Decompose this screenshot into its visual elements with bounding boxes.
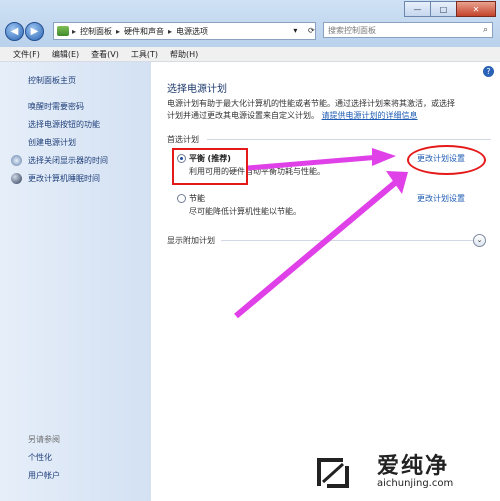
plan-details-link[interactable]: 请提供电源计划的详细信息 xyxy=(322,111,418,120)
title-bar: — □ ✕ ◀ ▶ ▸ 控制面板 ▸ 硬件和声音 ▸ 电源选项 ▾ ⟳ 搜索控制… xyxy=(0,0,500,47)
annotation-highlight-ellipse xyxy=(407,145,486,175)
plan-power-saver-desc: 尽可能降低计算机性能以节能。 xyxy=(189,207,301,216)
breadcrumb-hardware-sound[interactable]: 硬件和声音 xyxy=(124,26,164,37)
sidebar-item-wake-password[interactable]: 唤醒时需要密码 xyxy=(28,101,84,112)
navigation-bar: ◀ ▶ ▸ 控制面板 ▸ 硬件和声音 ▸ 电源选项 ▾ ⟳ 搜索控制面板 ⌕ xyxy=(3,20,497,42)
sidebar-item-personalization[interactable]: 个性化 xyxy=(28,452,52,463)
breadcrumb-control-panel[interactable]: 控制面板 xyxy=(80,26,112,37)
divider xyxy=(207,139,491,140)
menu-bar: 文件(F) 编辑(E) 查看(V) 工具(T) 帮助(H) xyxy=(0,47,500,62)
breadcrumb-power-options[interactable]: 电源选项 xyxy=(176,26,208,37)
address-dropdown-icon[interactable]: ▾ xyxy=(293,26,297,35)
plan-power-saver-name[interactable]: 节能 xyxy=(189,193,205,204)
description-line-2-text: 计划并通过更改其电源设置来自定义计划。 xyxy=(167,111,319,120)
divider xyxy=(221,240,477,241)
monitor-icon xyxy=(11,155,22,166)
plan-power-saver-radio[interactable] xyxy=(177,194,186,203)
annotation-highlight-box xyxy=(172,148,248,185)
search-icon[interactable]: ⌕ xyxy=(483,25,488,35)
address-actions: ▾ ⟳ xyxy=(288,22,320,38)
refresh-icon[interactable]: ⟳ xyxy=(308,26,315,35)
breadcrumb-separator-icon: ▸ xyxy=(168,26,173,36)
sidebar-item-sleep-time[interactable]: 更改计算机睡眠时间 xyxy=(28,173,100,184)
sidebar-item-display-off[interactable]: 选择关闭显示器的时间 xyxy=(28,155,108,166)
see-also-heading: 另请参阅 xyxy=(28,435,60,444)
watermark-text: 爱纯净 xyxy=(377,454,450,479)
page-description: 电源计划有助于最大化计算机的性能或者节能。通过选择计划来将其激活，或选择 计划并… xyxy=(167,98,489,122)
show-additional-plans-label: 显示附加计划 xyxy=(167,236,215,245)
menu-file[interactable]: 文件(F) xyxy=(13,49,40,60)
search-input[interactable]: 搜索控制面板 ⌕ xyxy=(323,22,493,38)
sleep-moon-icon xyxy=(11,173,22,184)
menu-edit[interactable]: 编辑(E) xyxy=(52,49,79,60)
breadcrumb-separator-icon: ▸ xyxy=(116,26,121,36)
sidebar-item-create-plan[interactable]: 创建电源计划 xyxy=(28,137,76,148)
main-content: ? 选择电源计划 电源计划有助于最大化计算机的性能或者节能。通过选择计划来将其激… xyxy=(151,62,500,501)
sidebar-item-power-button[interactable]: 选择电源按钮的功能 xyxy=(28,119,100,130)
description-line-1: 电源计划有助于最大化计算机的性能或者节能。通过选择计划来将其激活，或选择 xyxy=(167,99,455,108)
sidebar-home[interactable]: 控制面板主页 xyxy=(28,75,76,86)
sidebar-item-user-accounts[interactable]: 用户帐户 xyxy=(28,470,60,481)
menu-tools[interactable]: 工具(T) xyxy=(131,49,158,60)
address-bar[interactable]: ▸ 控制面板 ▸ 硬件和声音 ▸ 电源选项 xyxy=(53,22,316,40)
watermark: 爱纯净 aichunjing.com xyxy=(307,446,497,500)
watermark-url: aichunjing.com xyxy=(377,478,454,489)
menu-help[interactable]: 帮助(H) xyxy=(170,49,198,60)
description-line-2: 计划并通过更改其电源设置来自定义计划。 请提供电源计划的详细信息 xyxy=(167,110,489,122)
control-panel-icon xyxy=(57,26,69,36)
back-button[interactable]: ◀ xyxy=(5,22,24,41)
minimize-button[interactable]: — xyxy=(404,1,431,17)
help-icon[interactable]: ? xyxy=(483,66,494,77)
window-controls: — □ ✕ xyxy=(404,1,496,17)
forward-button[interactable]: ▶ xyxy=(25,22,44,41)
watermark-logo-icon xyxy=(317,458,349,488)
expand-chevron-icon[interactable]: ⌄ xyxy=(473,234,486,247)
preferred-plans-label: 首选计划 xyxy=(167,135,199,144)
maximize-button[interactable]: □ xyxy=(430,1,457,17)
page-title: 选择电源计划 xyxy=(167,84,227,95)
close-button[interactable]: ✕ xyxy=(456,1,496,17)
breadcrumb-separator-icon: ▸ xyxy=(72,26,77,36)
menu-view[interactable]: 查看(V) xyxy=(91,49,119,60)
sidebar: 控制面板主页 唤醒时需要密码 选择电源按钮的功能 创建电源计划 选择关闭显示器的… xyxy=(0,62,151,501)
search-placeholder: 搜索控制面板 xyxy=(328,25,376,35)
change-plan-settings-saver-link[interactable]: 更改计划设置 xyxy=(417,193,465,204)
